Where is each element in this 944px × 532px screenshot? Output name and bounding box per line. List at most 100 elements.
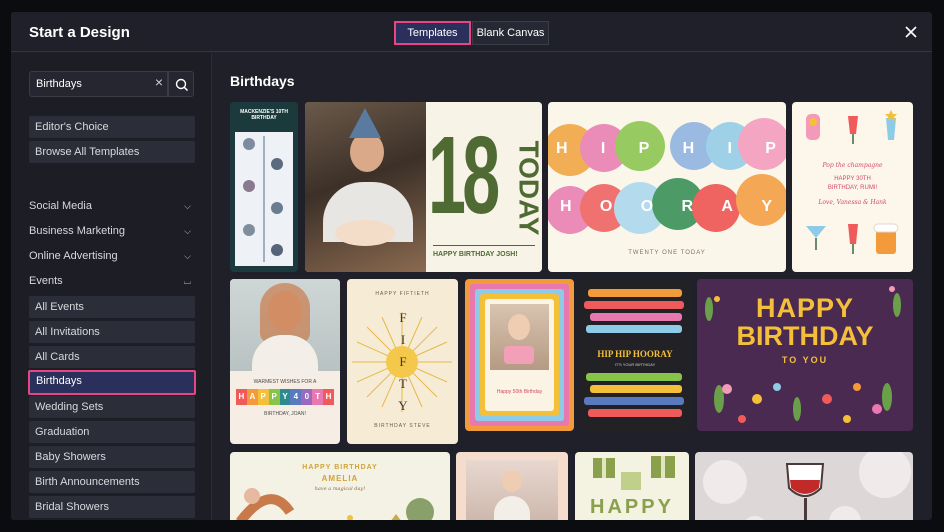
template-card-photo-cake[interactable] — [456, 452, 568, 520]
category-events[interactable]: Events ⌴ — [29, 271, 195, 291]
timeline-line — [263, 136, 265, 262]
letter-block: 4 — [290, 389, 302, 405]
sidebar-item-wedding-sets[interactable]: Wedding Sets — [29, 396, 195, 418]
photo — [243, 138, 255, 150]
photo — [271, 202, 283, 214]
sidebar-item-bridal-showers[interactable]: Bridal Showers — [29, 496, 195, 518]
template-card-fifty[interactable]: HAPPY FIFTIETH FIFTY BIRTHDAY STEVE — [347, 279, 458, 444]
card-today: TODAY — [513, 140, 542, 236]
tab-templates[interactable]: Templates — [394, 21, 471, 45]
letter: O — [640, 198, 654, 215]
template-card-josh-18[interactable]: 18 TODAY HAPPY BIRTHDAY JOSH! — [305, 102, 542, 272]
chevron-down-icon: ⌵ — [184, 251, 191, 261]
template-card-joan[interactable]: WARMEST WISHES FOR A H A P P Y 4 0 T H B… — [230, 279, 340, 444]
cake — [335, 220, 395, 246]
card-line1: HAPPY BIRTHDAY — [302, 464, 378, 471]
stripe — [590, 313, 682, 321]
letter-block: H — [323, 389, 335, 405]
card-line3: have a magical day! — [314, 486, 366, 492]
letter: R — [681, 198, 694, 215]
face — [508, 314, 530, 340]
sidebar-item-all-invitations[interactable]: All Invitations — [29, 321, 195, 343]
card-line3: BIRTHDAY, RUMI! — [827, 185, 878, 191]
search-box: × — [29, 71, 168, 97]
clear-icon[interactable]: × — [155, 74, 163, 90]
card-number: 18 — [428, 114, 500, 237]
category-business-marketing[interactable]: Business Marketing ⌵ — [29, 221, 195, 241]
card-line2: BIRTHDAY — [736, 321, 874, 351]
card-top: HAPPY FIFTIETH — [375, 291, 430, 297]
letter-block: 0 — [301, 389, 313, 405]
card-row2: HOORAY — [560, 198, 772, 216]
search-button[interactable] — [168, 71, 194, 97]
letter: H — [560, 198, 572, 215]
tab-blank-canvas[interactable]: Blank Canvas — [472, 21, 549, 45]
card-caption: HAPPY BIRTHDAY JOSH! — [433, 251, 518, 258]
gallery-heading: Birthdays — [230, 73, 295, 89]
template-card-happy-birthday[interactable]: HAPPY BIRTHDAY TO YOU — [697, 279, 913, 431]
editors-choice-button[interactable]: Editor's Choice — [29, 116, 195, 138]
category-online-advertising[interactable]: Online Advertising ⌵ — [29, 246, 195, 266]
template-card-amelia[interactable]: HAPPY BIRTHDAY AMELIA have a magical day… — [230, 452, 450, 520]
photo — [466, 460, 558, 520]
hair — [260, 283, 310, 343]
wine-art — [703, 452, 911, 520]
sidebar-item-all-cards[interactable]: All Cards — [29, 346, 195, 368]
browse-all-button[interactable]: Browse All Templates — [29, 141, 195, 163]
sidebar-item-birth-announcements[interactable]: Birth Announcements — [29, 471, 195, 493]
card-title: MACKENZIE'S 10TH BIRTHDAY — [240, 109, 288, 121]
category-social-media[interactable]: Social Media ⌵ — [29, 196, 195, 216]
sidebar-item-birthdays[interactable]: Birthdays — [28, 370, 196, 395]
stripe — [584, 397, 684, 405]
divider — [433, 245, 535, 246]
letter: I — [600, 140, 606, 157]
card-row1: HIPHIP — [556, 140, 776, 158]
template-card-rainbow[interactable]: Happy 50th Birthday — [465, 279, 574, 431]
letter-block: T — [312, 389, 324, 405]
sidebar-item-baby-showers[interactable]: Baby Showers — [29, 446, 195, 468]
template-card-hip-hooray[interactable]: H I P H I P H O O R A Y TWENTY ONE TODAY — [548, 102, 786, 272]
template-card-hip-hip-hooray[interactable]: HIP HIP HOORAY IT'S YOUR BIRTHDAY — [580, 279, 690, 431]
letter-block: A — [246, 389, 258, 405]
chevron-down-icon: ⌵ — [184, 226, 191, 236]
card-line3: TO YOU — [781, 355, 829, 365]
photo — [230, 279, 340, 375]
letter-block: H — [236, 389, 247, 405]
letter: Y — [398, 398, 408, 413]
card-caption: TWENTY ONE TODAY — [628, 250, 706, 256]
card-line2: HAPPY 30TH — [834, 176, 871, 182]
letter-blocks: H A P P Y 4 0 T H — [236, 389, 335, 405]
search-input[interactable] — [36, 76, 146, 92]
letter: P — [765, 140, 776, 157]
template-card-gifts[interactable]: HAPPY — [575, 452, 689, 520]
category-label: Social Media — [29, 200, 92, 212]
face — [350, 132, 384, 172]
card-timeline — [235, 132, 293, 266]
sidebar-item-graduation[interactable]: Graduation — [29, 421, 195, 443]
template-card-wine[interactable] — [695, 452, 913, 520]
card-line1: HAPPY — [755, 293, 855, 323]
letter: I — [400, 332, 406, 347]
stripe — [584, 301, 684, 309]
close-icon[interactable] — [902, 23, 920, 41]
letter: F — [399, 310, 407, 325]
card-name: BIRTHDAY STEVE — [374, 423, 431, 429]
letter: I — [727, 140, 732, 157]
category-label: Online Advertising — [29, 250, 118, 262]
template-card-rumi[interactable]: Pop the champagne HAPPY 30TH BIRTHDAY, R… — [792, 102, 913, 272]
card-line2: AMELIA — [321, 474, 359, 483]
card-line1: Happy 50th Birthday — [496, 389, 543, 395]
modal-title: Start a Design — [29, 24, 130, 41]
letter: F — [399, 354, 407, 369]
face — [502, 470, 522, 492]
letter: H — [682, 140, 695, 157]
letter: P — [638, 140, 650, 157]
shirt — [252, 335, 318, 375]
shirt — [494, 496, 530, 520]
card-word: HAPPY — [590, 496, 674, 518]
letter: A — [721, 198, 733, 215]
template-card-mackenzie[interactable]: MACKENZIE'S 10TH BIRTHDAY — [230, 102, 298, 272]
sidebar-item-all-events[interactable]: All Events — [29, 296, 195, 318]
party-photo — [305, 102, 426, 272]
circles-art — [548, 118, 786, 234]
